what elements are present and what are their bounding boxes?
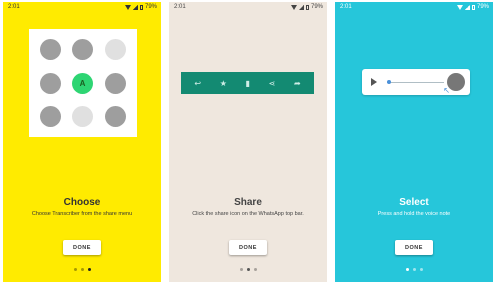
signal-icon [132,4,138,10]
battery-level: 79% [144,4,157,10]
share-target-icon [72,106,93,127]
share-icon: ⋖ [268,78,276,88]
done-button[interactable]: DONE [395,240,433,255]
touch-pointer-icon: ↖ [443,86,450,95]
reply-icon: ↩ [194,78,202,88]
share-target-grid: A [29,29,137,137]
wifi-icon [456,4,463,10]
share-target-icon [40,106,61,127]
status-bar: 2:01 79% [335,2,493,12]
share-target-icon [105,73,126,94]
page-dot [412,268,416,271]
done-button[interactable]: DONE [229,240,267,255]
battery-icon [305,4,309,10]
status-time: 2:01 [174,4,186,10]
screen-title: Choose [63,197,101,208]
share-target-icon [40,73,61,94]
page-indicator [335,268,493,271]
transcriber-app-icon: A [72,73,93,94]
delete-icon: ▮ [245,78,250,88]
star-icon: ★ [219,78,227,88]
audio-track [387,82,444,83]
share-target-icon [40,39,61,60]
whatsapp-top-bar: ↩ ★ ▮ ⋖ ➦ [181,72,314,94]
page-dot-active [87,268,91,271]
page-dot [253,268,257,271]
transcriber-icon-label: A [79,79,86,88]
battery-level: 79% [476,4,489,10]
page-dot [73,268,77,271]
page-indicator [3,268,161,271]
page-indicator [169,268,327,271]
screen-title: Share [234,197,262,208]
onboarding-screen-choose: 2:01 79% A Choose Choose Transcriber fro… [3,2,161,282]
screen-subtitle: Choose Transcriber from the share menu [31,211,133,217]
page-dot [419,268,423,271]
status-bar: 2:01 79% [169,2,327,12]
screen-subtitle: Press and hold the voice note [377,211,451,217]
voice-note-bubble: ↖ [362,69,470,95]
share-target-icon [72,39,93,60]
share-target-icon [105,39,126,60]
audio-seek-knob [387,80,391,84]
signal-icon [464,4,470,10]
done-button[interactable]: DONE [63,240,101,255]
play-icon [371,78,377,86]
battery-icon [139,4,143,10]
status-time: 2:01 [340,4,352,10]
wifi-icon [290,4,297,10]
wifi-icon [124,4,131,10]
page-dot-active [246,268,250,271]
battery-level: 79% [310,4,323,10]
onboarding-screen-select: 2:01 79% ↖ Select Press and hold the voi… [335,2,493,282]
status-time: 2:01 [8,4,20,10]
page-dot-active [405,268,409,271]
screen-title: Select [399,197,429,208]
onboarding-screen-share: 2:01 79% ↩ ★ ▮ ⋖ ➦ Share Click the share… [169,2,327,282]
share-target-icon [105,106,126,127]
battery-icon [471,4,475,10]
signal-icon [298,4,304,10]
screen-subtitle: Click the share icon on the WhatsApp top… [192,211,304,217]
status-bar: 2:01 79% [3,2,161,12]
forward-icon: ➦ [293,78,301,88]
page-dot [239,268,243,271]
page-dot [80,268,84,271]
